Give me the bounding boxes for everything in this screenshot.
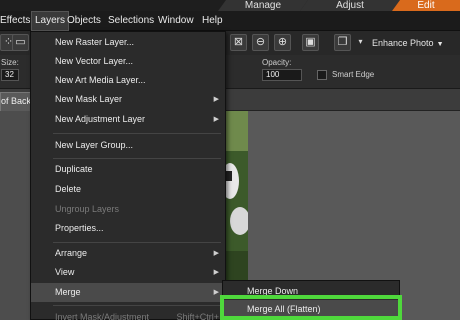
zoom-in-icon[interactable]: ⊕ bbox=[274, 34, 291, 51]
menu-item-duplicate[interactable]: Duplicate bbox=[31, 160, 225, 179]
menu-item-label: New Layer Group... bbox=[55, 140, 134, 150]
menu-effects[interactable]: Effects bbox=[0, 11, 33, 31]
menu-item-new-adjustment-layer[interactable]: New Adjustment Layer ▶ bbox=[31, 110, 225, 129]
menu-item-new-vector-layer[interactable]: New Vector Layer... bbox=[31, 52, 225, 71]
enhance-photo-dropdown[interactable]: Enhance Photo ▼ bbox=[372, 35, 444, 51]
submenu-arrow-icon: ▶ bbox=[213, 96, 219, 103]
menu-item-label: Duplicate bbox=[55, 164, 93, 174]
menu-item-new-raster-layer[interactable]: New Raster Layer... bbox=[31, 33, 225, 52]
menu-item-label: New Mask Layer bbox=[55, 94, 123, 104]
size-input[interactable]: 32 bbox=[1, 69, 19, 81]
menu-item-merge[interactable]: Merge ▶ bbox=[31, 283, 225, 302]
chevron-down-icon: ▼ bbox=[436, 41, 444, 48]
tab-edit[interactable]: Edit bbox=[392, 0, 460, 11]
menu-item-label: Properties... bbox=[55, 223, 104, 233]
menu-item-label: New Art Media Layer... bbox=[55, 75, 146, 85]
menu-item-label: Delete bbox=[55, 184, 82, 194]
chevron-down-icon[interactable]: ▾ bbox=[352, 34, 369, 51]
zoom-out-icon[interactable]: ⊖ bbox=[252, 34, 269, 51]
menu-objects[interactable]: Objects bbox=[64, 11, 104, 31]
menu-item-view[interactable]: View ▶ bbox=[31, 263, 225, 282]
menu-item-invert-mask: Invert Mask/Adjustment Shift+Ctrl+ bbox=[31, 308, 225, 320]
menu-item-label: New Raster Layer... bbox=[55, 37, 135, 47]
menubar: Effects Layers Objects Selections Window… bbox=[0, 11, 460, 31]
menu-item-label: New Vector Layer... bbox=[55, 56, 134, 66]
menu-selections[interactable]: Selections bbox=[105, 11, 157, 31]
menu-item-label: Invert Mask/Adjustment bbox=[55, 312, 150, 320]
menu-divider bbox=[53, 305, 221, 306]
fit-window-icon[interactable]: ⊠ bbox=[230, 34, 247, 51]
menu-item-label: View bbox=[55, 267, 75, 277]
menu-item-new-mask-layer[interactable]: New Mask Layer ▶ bbox=[31, 90, 225, 109]
menu-divider bbox=[53, 158, 221, 159]
menu-item-new-layer-group[interactable]: New Layer Group... bbox=[31, 136, 225, 155]
menu-item-label: New Adjustment Layer bbox=[55, 114, 146, 124]
smart-edge-label: Smart Edge bbox=[332, 70, 375, 79]
document-tab[interactable]: of Backgr bbox=[0, 92, 34, 111]
enhance-photo-label: Enhance Photo bbox=[372, 38, 434, 48]
opacity-label: Opacity: bbox=[262, 58, 292, 67]
menu-divider bbox=[53, 242, 221, 243]
workspace-tab-bar: Manage Adjust Edit bbox=[0, 0, 460, 11]
submenu-arrow-icon: ▶ bbox=[213, 269, 219, 276]
tools-panel bbox=[0, 111, 30, 320]
actual-size-icon[interactable]: ▣ bbox=[302, 34, 319, 51]
submenu-arrow-icon: ▶ bbox=[213, 116, 219, 123]
size-label: Size: bbox=[1, 58, 19, 67]
menu-item-arrange[interactable]: Arrange ▶ bbox=[31, 244, 225, 263]
menu-help[interactable]: Help bbox=[199, 11, 226, 31]
menu-item-properties[interactable]: Properties... bbox=[31, 219, 225, 238]
menu-divider bbox=[53, 133, 221, 134]
menu-item-shortcut: Shift+Ctrl+ bbox=[176, 312, 219, 320]
copy-icon[interactable]: ❐ bbox=[334, 34, 351, 51]
menu-window[interactable]: Window bbox=[155, 11, 197, 31]
menu-item-label: Merge bbox=[55, 287, 81, 297]
tab-manage[interactable]: Manage bbox=[218, 0, 308, 11]
file-icon[interactable]: ▭ bbox=[12, 34, 29, 51]
opacity-input[interactable]: 100 bbox=[262, 69, 302, 81]
submenu-arrow-icon: ▶ bbox=[213, 250, 219, 257]
highlight-annotation-box bbox=[220, 295, 402, 320]
submenu-arrow-icon: ▶ bbox=[213, 289, 219, 296]
menu-item-label: Ungroup Layers bbox=[55, 204, 120, 214]
menu-item-delete[interactable]: Delete bbox=[31, 180, 225, 199]
menu-item-ungroup-layers: Ungroup Layers bbox=[31, 200, 225, 219]
menu-item-label: Arrange bbox=[55, 248, 88, 258]
smart-edge-checkbox[interactable] bbox=[317, 70, 327, 80]
menu-item-new-art-media-layer[interactable]: New Art Media Layer... bbox=[31, 71, 225, 90]
layers-menu: New Raster Layer... New Vector Layer... … bbox=[30, 31, 226, 320]
tab-adjust[interactable]: Adjust bbox=[300, 0, 400, 11]
